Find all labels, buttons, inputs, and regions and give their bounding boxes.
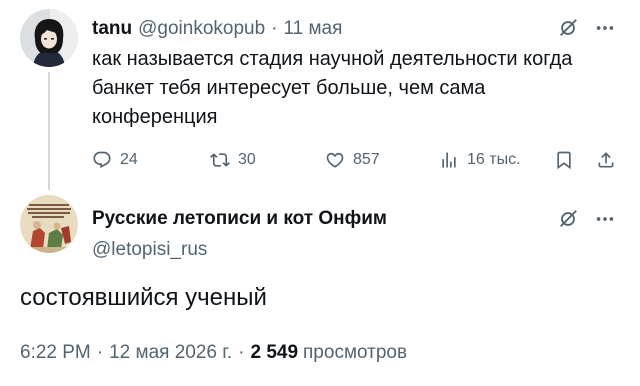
tweet-text-line: банкет тебя интересует больше, чем сама [92, 77, 486, 99]
reply-count: 24 [120, 151, 138, 168]
parent-tweet-text: как называется стадия научной деятельнос… [92, 45, 572, 132]
like-icon [325, 150, 345, 170]
author-name[interactable]: tanu [92, 17, 132, 41]
separator-dot: · [238, 342, 245, 363]
views-icon [439, 150, 459, 170]
share-icon [596, 150, 616, 170]
views-label: просмотров [303, 342, 408, 363]
repost-button[interactable]: 30 [210, 150, 256, 170]
tweet-text-line: как называется стадия научной деятельнос… [92, 48, 573, 70]
like-button[interactable]: 857 [325, 150, 380, 170]
repost-icon [210, 150, 230, 170]
tweet-date[interactable]: 12 мая 2026 г. [109, 341, 232, 365]
bookmark-button[interactable] [554, 150, 574, 170]
parent-tweet-header: tanu @goinkokopub · 11 мая [92, 17, 342, 41]
main-tweet-text: состоявшийся ученый [20, 284, 267, 311]
tweet-date[interactable]: 11 мая [283, 17, 342, 41]
tweet-meta: 6:22 PM · 12 мая 2026 г. · 2 549 просмот… [20, 341, 407, 365]
views-button[interactable]: 16 тыс. [439, 150, 521, 170]
reply-button[interactable]: 24 [92, 150, 138, 170]
author-handle[interactable]: @goinkokopub [138, 17, 265, 41]
tweet-text-line: конференция [92, 106, 218, 128]
reply-icon [92, 150, 112, 170]
grok-icon[interactable] [557, 208, 579, 230]
separator-dot: · [271, 18, 278, 39]
grok-icon[interactable] [557, 17, 579, 39]
author-name[interactable]: Русские летописи и кот Онфим [92, 207, 387, 231]
views-count: 16 тыс. [467, 151, 521, 168]
avatar-tanu[interactable] [20, 9, 78, 67]
separator-dot: · [96, 342, 104, 363]
author-handle[interactable]: @letopisi_rus [92, 238, 207, 262]
more-icon[interactable] [594, 208, 616, 230]
share-button[interactable] [596, 150, 616, 170]
main-tweet-header: Русские летописи и кот Онфим [92, 207, 387, 231]
more-icon[interactable] [594, 17, 616, 39]
thread-connector-line [48, 72, 50, 190]
main-tweet-handle-row: @letopisi_rus [92, 238, 207, 262]
like-count: 857 [353, 151, 380, 168]
repost-count: 30 [238, 151, 256, 168]
tweet-time[interactable]: 6:22 PM [20, 341, 91, 365]
avatar-letopisi-rus[interactable] [20, 195, 78, 253]
views-count: 2 549 [250, 342, 299, 363]
bookmark-icon [554, 150, 574, 170]
